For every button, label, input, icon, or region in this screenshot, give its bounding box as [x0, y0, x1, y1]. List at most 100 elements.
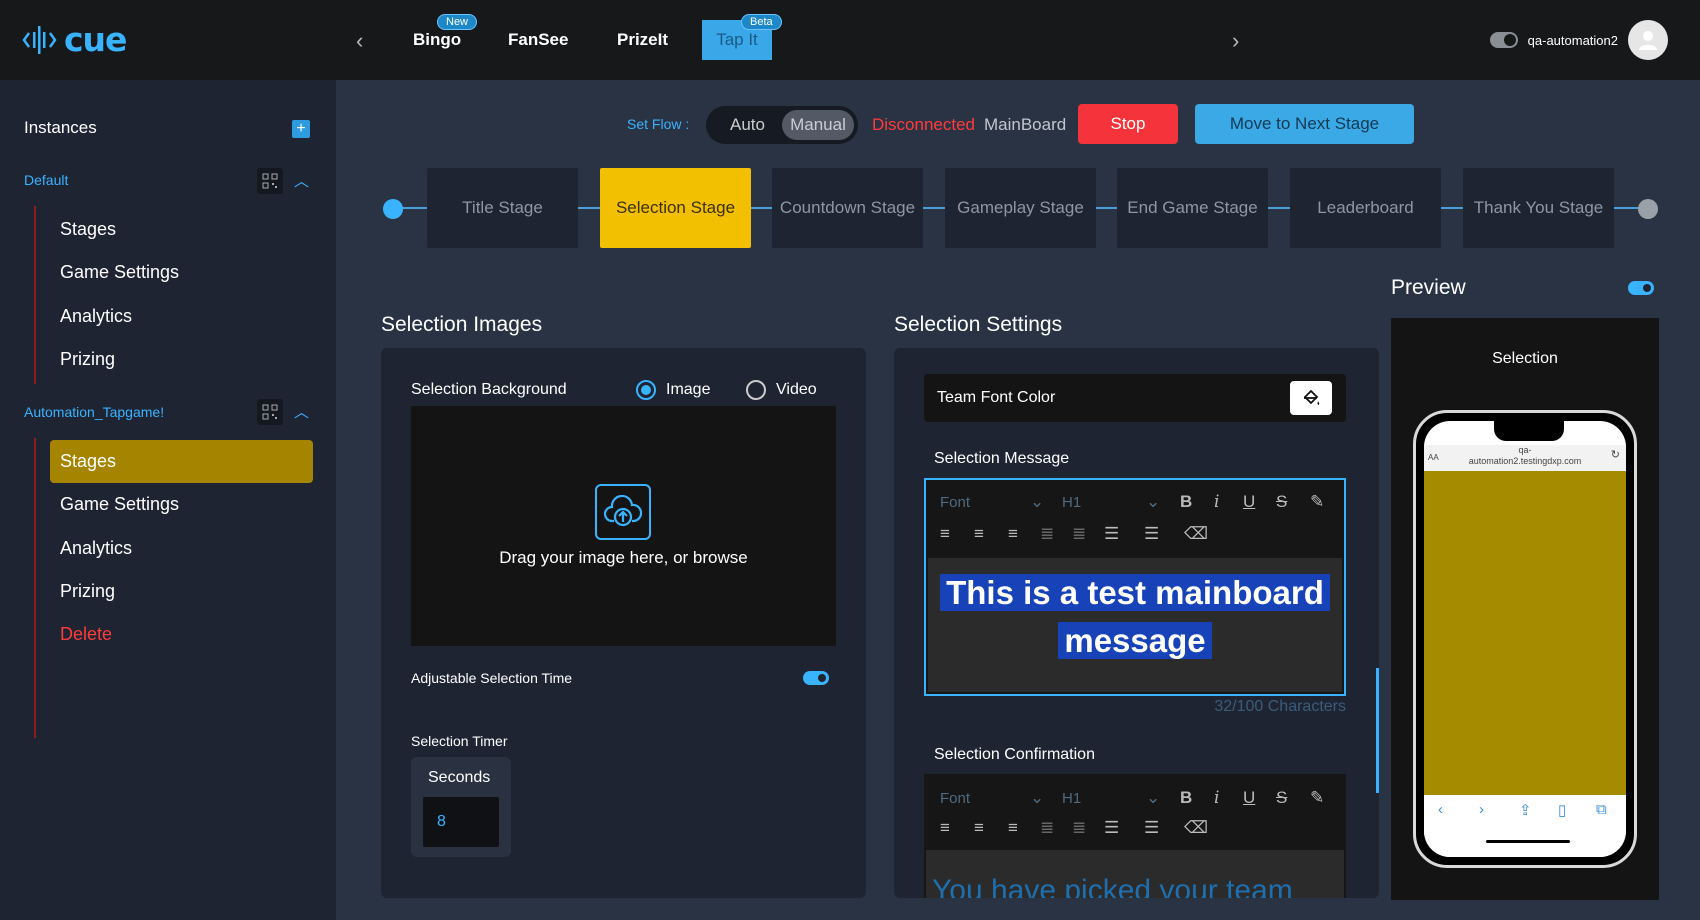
- stage-selection[interactable]: Selection Stage: [600, 168, 751, 248]
- eraser-icon[interactable]: ⌫: [1184, 524, 1208, 544]
- tab-bingo[interactable]: Bingo: [413, 30, 461, 50]
- outdent-icon[interactable]: ≣: [1072, 818, 1086, 838]
- sidebar: Instances + Default ︿ Stages Game Settin…: [0, 80, 336, 920]
- chevron-down-icon[interactable]: ⌄: [1030, 788, 1044, 808]
- cue-logo[interactable]: cue: [22, 20, 127, 59]
- nav-next-arrow-icon[interactable]: ›: [1232, 28, 1239, 54]
- stage-title[interactable]: Title Stage: [427, 168, 578, 248]
- qr-code-icon[interactable]: [257, 399, 283, 425]
- collapse-chevron-icon[interactable]: ︿: [294, 170, 309, 191]
- nav-prev-arrow-icon[interactable]: ‹: [356, 28, 363, 54]
- align-center-icon[interactable]: ≡: [974, 818, 984, 838]
- collapse-chevron-icon[interactable]: ︿: [294, 401, 309, 422]
- paint-bucket-icon: [1303, 389, 1320, 405]
- selection-timer-label: Selection Timer: [411, 733, 508, 749]
- stage-countdown[interactable]: Countdown Stage: [772, 168, 923, 248]
- chevron-down-icon[interactable]: ⌄: [1146, 492, 1160, 512]
- sidebar-item-game-settings[interactable]: Game Settings: [60, 262, 179, 283]
- font-select[interactable]: Font: [940, 790, 970, 807]
- sidebar-item-analytics[interactable]: Analytics: [60, 538, 132, 559]
- stop-button[interactable]: Stop: [1078, 104, 1178, 144]
- align-right-icon[interactable]: ≡: [1008, 524, 1018, 544]
- next-stage-button[interactable]: Move to Next Stage: [1195, 104, 1414, 144]
- message-line-1: This is a test mainboard: [940, 574, 1330, 611]
- align-right-icon[interactable]: ≡: [1008, 818, 1018, 838]
- align-left-icon[interactable]: ≡: [940, 818, 950, 838]
- confirmation-body[interactable]: You have picked your team: [926, 850, 1344, 898]
- bullet-list-icon[interactable]: ☰: [1144, 818, 1159, 838]
- indent-icon[interactable]: ≣: [1040, 524, 1054, 544]
- strikethrough-icon[interactable]: S: [1276, 492, 1287, 512]
- flow-mode-switch[interactable]: Auto Manual: [706, 106, 858, 144]
- align-center-icon[interactable]: ≡: [974, 524, 984, 544]
- pen-icon[interactable]: ✎: [1310, 788, 1324, 808]
- radio-video[interactable]: [746, 380, 766, 400]
- sidebar-item-prizing[interactable]: Prizing: [60, 349, 115, 370]
- seconds-input[interactable]: 8: [423, 797, 499, 847]
- chevron-down-icon[interactable]: ⌄: [1146, 788, 1160, 808]
- adjustable-time-toggle[interactable]: [803, 671, 829, 685]
- group-automation-title[interactable]: Automation_Tapgame!: [24, 404, 164, 420]
- group-default-title[interactable]: Default: [24, 172, 68, 188]
- sidebar-item-delete[interactable]: Delete: [60, 624, 112, 645]
- team-font-color-row: Team Font Color: [924, 374, 1346, 422]
- eraser-icon[interactable]: ⌫: [1184, 818, 1208, 838]
- color-picker-button[interactable]: [1290, 381, 1332, 415]
- preview-toggle[interactable]: [1628, 281, 1654, 295]
- tab-prizeit[interactable]: PrizeIt: [617, 30, 668, 50]
- flow-auto-option[interactable]: Auto: [730, 115, 765, 135]
- message-body[interactable]: This is a test mainboard message: [928, 558, 1342, 692]
- tab-fansee[interactable]: FanSee: [508, 30, 568, 50]
- underline-icon[interactable]: U: [1243, 492, 1255, 512]
- phone-mockup: AA qa- automation2.testingdxp.com ↻ ‹ › …: [1413, 410, 1637, 868]
- align-left-icon[interactable]: ≡: [940, 524, 950, 544]
- preview-title: Preview: [1391, 276, 1466, 299]
- italic-icon[interactable]: i: [1214, 492, 1219, 512]
- theme-toggle[interactable]: [1489, 32, 1518, 48]
- stage-thank-you[interactable]: Thank You Stage: [1463, 168, 1614, 248]
- flow-manual-option[interactable]: Manual: [782, 110, 854, 140]
- upload-cloud-icon: [595, 484, 651, 540]
- board-name: MainBoard: [984, 115, 1067, 134]
- bullet-list-icon[interactable]: ☰: [1144, 524, 1159, 544]
- tab-tapit-label: Tap It: [716, 30, 758, 49]
- instances-title: Instances: [24, 118, 97, 137]
- outdent-icon[interactable]: ≣: [1072, 524, 1086, 544]
- stage-end-game[interactable]: End Game Stage: [1117, 168, 1268, 248]
- bold-icon[interactable]: B: [1180, 788, 1192, 808]
- strikethrough-icon[interactable]: S: [1276, 788, 1287, 808]
- brand-name: cue: [64, 20, 127, 59]
- selection-settings-title: Selection Settings: [894, 313, 1063, 336]
- stage-leaderboard[interactable]: Leaderboard: [1290, 168, 1441, 248]
- radio-video-label[interactable]: Video: [776, 381, 817, 399]
- radio-image-label[interactable]: Image: [666, 381, 710, 399]
- stage-gameplay[interactable]: Gameplay Stage: [945, 168, 1096, 248]
- selection-message-editor[interactable]: Font ⌄ H1 ⌄ B i U S ✎ ≡ ≡ ≡ ≣ ≣ ☰ ☰ ⌫ Th…: [924, 478, 1346, 696]
- sidebar-item-analytics[interactable]: Analytics: [60, 306, 132, 327]
- pen-icon[interactable]: ✎: [1310, 492, 1324, 512]
- user-area: qa-automation2: [1489, 20, 1668, 60]
- heading-select[interactable]: H1: [1062, 494, 1081, 511]
- heading-select[interactable]: H1: [1062, 790, 1081, 807]
- chevron-down-icon[interactable]: ⌄: [1030, 492, 1044, 512]
- bold-icon[interactable]: B: [1180, 492, 1192, 512]
- sidebar-item-stages-active[interactable]: Stages: [60, 451, 116, 472]
- sidebar-item-prizing[interactable]: Prizing: [60, 581, 115, 602]
- ordered-list-icon[interactable]: ☰: [1104, 818, 1119, 838]
- radio-image[interactable]: [636, 380, 656, 400]
- font-select[interactable]: Font: [940, 494, 970, 511]
- underline-icon[interactable]: U: [1243, 788, 1255, 808]
- italic-icon[interactable]: i: [1214, 788, 1219, 808]
- ordered-list-icon[interactable]: ☰: [1104, 524, 1119, 544]
- settings-scrollbar[interactable]: [1376, 668, 1379, 793]
- qr-code-icon[interactable]: [257, 168, 283, 194]
- avatar[interactable]: [1628, 20, 1668, 60]
- indent-icon[interactable]: ≣: [1040, 818, 1054, 838]
- seconds-label: Seconds: [428, 769, 491, 786]
- selection-confirmation-editor[interactable]: Font ⌄ H1 ⌄ B i U S ✎ ≡ ≡ ≡ ≣ ≣ ☰ ☰ ⌫ Yo…: [924, 774, 1346, 898]
- sidebar-item-game-settings[interactable]: Game Settings: [60, 494, 179, 515]
- url-line-2: automation2.testingdxp.com: [1468, 456, 1582, 466]
- image-dropzone[interactable]: Drag your image here, or browse: [411, 406, 836, 646]
- sidebar-item-stages[interactable]: Stages: [60, 219, 116, 240]
- add-instance-button[interactable]: +: [292, 120, 310, 138]
